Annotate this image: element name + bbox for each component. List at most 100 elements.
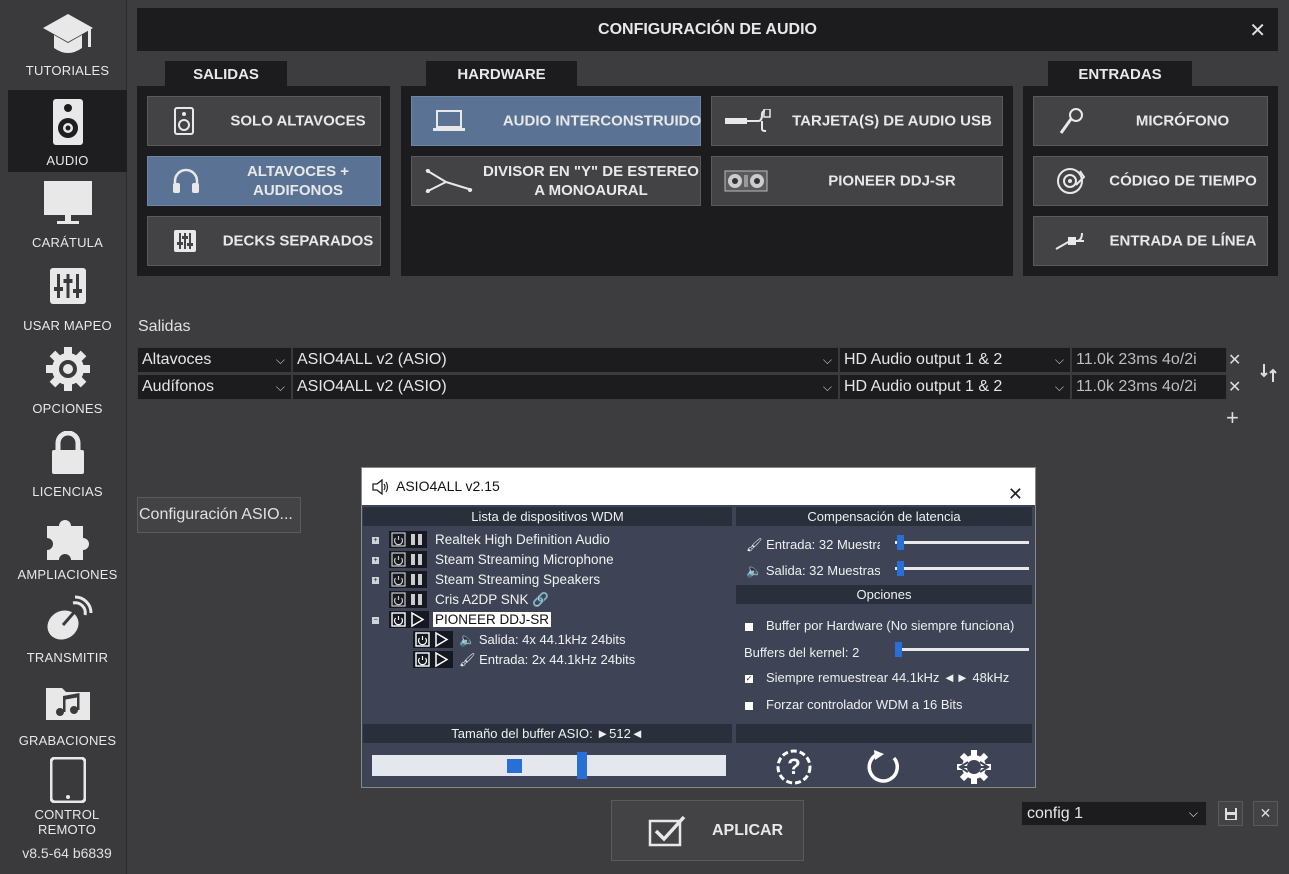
driver-select[interactable]: ASIO4ALL v2 (ASIO) ⌵: [292, 347, 839, 373]
config-value: config 1: [1027, 805, 1084, 822]
chevron-down-icon: ⌵: [275, 353, 285, 367]
chevron-down-icon: ⌵: [1188, 806, 1198, 820]
svg-text:?: ?: [787, 754, 800, 779]
device-toggle-icons[interactable]: [413, 631, 453, 648]
port-select[interactable]: HD Audio output 1 & 2 ⌵: [839, 347, 1071, 373]
collapse-icon[interactable]: −: [372, 617, 379, 624]
divisor-y-button[interactable]: DIVISOR EN "Y" DE ESTEREO A MONOAURAL: [411, 156, 701, 206]
delete-config-button[interactable]: ✕: [1253, 801, 1278, 826]
sub-device-item[interactable]: 🔈 Salida: 4x 44.1kHz 24bits: [459, 632, 626, 648]
sidebar-item-caratula[interactable]: CARÁTULA: [8, 172, 127, 254]
sidebar-item-tutoriales[interactable]: TUTORIALES: [8, 0, 127, 82]
latency-output-label: 🔈 Salida: 32 Muestras: [746, 563, 880, 578]
link-icon: 🔗: [532, 592, 550, 607]
laptop-icon: [433, 110, 465, 131]
add-output-icon[interactable]: +: [1226, 405, 1239, 431]
sidebar-item-transmitir[interactable]: TRANSMITIR: [8, 587, 127, 669]
latency-header: Compensación de latencia: [736, 507, 1032, 526]
reset-icon[interactable]: [864, 748, 902, 786]
apply-button[interactable]: APLICAR: [611, 800, 804, 861]
sidebar-item-usar-mapeo[interactable]: USAR MAPEO: [8, 255, 127, 337]
resample-checkbox[interactable]: ✓: [745, 675, 753, 683]
save-config-button[interactable]: [1218, 801, 1243, 826]
expand-icon[interactable]: +: [372, 557, 379, 564]
monitor-icon: [43, 181, 92, 224]
device-toggle-icons[interactable]: [389, 531, 427, 548]
remove-output-icon[interactable]: ✕: [1228, 377, 1241, 397]
gear-icon: [45, 347, 90, 391]
buffer-size-label: Tamaño del buffer ASIO: ►512◄: [363, 724, 732, 743]
puzzle-icon: [46, 520, 89, 560]
device-toggle-icons[interactable]: [389, 611, 429, 628]
slider-thumb[interactable]: [577, 752, 587, 779]
device-item-selected[interactable]: PIONEER DDJ-SR: [433, 612, 552, 627]
graduation-cap-icon: [42, 14, 93, 53]
sidebar-item-grabaciones[interactable]: GRABACIONES: [8, 670, 127, 752]
button-label: ALTAVOCES + AUDIFONOS: [246, 163, 350, 199]
sub-device-item[interactable]: 🖌 Entrada: 2x 44.1kHz 24bits: [459, 652, 635, 668]
asio-title-bar: ASIO4ALL v2.15 ✕: [362, 468, 1035, 505]
device-toggle-icons[interactable]: [413, 651, 453, 668]
sidebar-item-licencias[interactable]: LICENCIAS: [8, 421, 127, 503]
channel-select[interactable]: Audífonos ⌵: [137, 374, 292, 400]
swap-order-icon[interactable]: [1260, 362, 1278, 384]
hw-buffer-label: Buffer por Hardware (No siempre funciona…: [766, 618, 1015, 633]
port-select[interactable]: HD Audio output 1 & 2 ⌵: [839, 374, 1071, 400]
sidebar-item-label: CONTROL REMOTO: [34, 807, 100, 837]
button-label: TARJETA(S) DE AUDIO USB: [792, 112, 992, 130]
channel-value: Audífonos: [142, 378, 215, 395]
slider-thumb[interactable]: [897, 535, 904, 550]
codigo-tiempo-button[interactable]: CÓDIGO DE TIEMPO: [1033, 156, 1268, 206]
device-item[interactable]: Steam Streaming Speakers: [435, 572, 600, 587]
expand-icon[interactable]: +: [372, 577, 379, 584]
device-item[interactable]: Steam Streaming Microphone: [435, 552, 614, 567]
entrada-linea-button[interactable]: ENTRADA DE LÍNEA: [1033, 216, 1268, 266]
device-toggle-icons[interactable]: [389, 591, 427, 608]
pioneer-ddj-sr-button[interactable]: PIONEER DDJ-SR: [711, 156, 1003, 206]
kernel-buffers-slider[interactable]: [895, 648, 1029, 651]
tarjeta-audio-usb-button[interactable]: TARJETA(S) DE AUDIO USB: [711, 96, 1003, 146]
hw-buffer-checkbox[interactable]: [745, 623, 753, 631]
device-toggle-icons[interactable]: [389, 571, 427, 588]
driver-select[interactable]: ASIO4ALL v2 (ASIO) ⌵: [292, 374, 839, 400]
settings-gear-icon[interactable]: [954, 748, 994, 786]
config-select[interactable]: config 1 ⌵: [1021, 801, 1207, 826]
channel-select[interactable]: Altavoces ⌵: [137, 347, 292, 373]
sidebar-item-label: CARÁTULA: [32, 235, 103, 250]
force-16bit-checkbox[interactable]: [745, 702, 753, 710]
device-toggle-icons[interactable]: [389, 551, 427, 568]
sidebar-item-label: AMPLIACIONES: [17, 567, 118, 582]
slider-thumb[interactable]: [895, 642, 902, 657]
altavoces-audifonos-button[interactable]: ALTAVOCES + AUDIFONOS: [147, 156, 381, 206]
help-icon[interactable]: ?: [775, 748, 813, 786]
checkbox-icon: [648, 815, 686, 847]
audio-interconstruido-button[interactable]: AUDIO INTERCONSTRUIDO: [411, 96, 701, 146]
decks-separados-button[interactable]: DECKS SEPARADOS: [147, 216, 381, 266]
asio-config-button[interactable]: Configuración ASIO...: [137, 497, 301, 533]
dialog-title-bar: CONFIGURACIÓN DE AUDIO ✕: [137, 8, 1278, 51]
device-list-header: Lista de dispositivos WDM: [363, 507, 732, 526]
output-info: 11.0k 23ms 4o/2i: [1071, 347, 1227, 373]
device-item[interactable]: Realtek High Definition Audio: [435, 532, 610, 547]
chevron-down-icon: ⌵: [822, 353, 832, 367]
latency-output-slider[interactable]: [895, 567, 1029, 570]
section-title-entradas: ENTRADAS: [1048, 61, 1192, 89]
expand-icon[interactable]: +: [372, 537, 379, 544]
sidebar-item-audio[interactable]: AUDIO: [8, 90, 127, 172]
sidebar-item-control-remoto[interactable]: CONTROL REMOTO: [8, 753, 127, 843]
latency-input-slider[interactable]: [895, 541, 1029, 544]
sidebar-item-label: LICENCIAS: [32, 484, 103, 499]
sidebar-item-label: USAR MAPEO: [23, 318, 112, 333]
buffer-size-slider[interactable]: [372, 752, 726, 779]
microfono-button[interactable]: MICRÓFONO: [1033, 96, 1268, 146]
slider-thumb[interactable]: [897, 561, 904, 576]
close-icon[interactable]: ✕: [1249, 18, 1266, 43]
button-label: SOLO ALTAVOCES: [230, 112, 366, 130]
device-item[interactable]: Cris A2DP SNK 🔗: [435, 592, 549, 608]
microphone-icon: 🖌: [459, 652, 476, 667]
remove-output-icon[interactable]: ✕: [1228, 350, 1241, 370]
solo-altavoces-button[interactable]: SOLO ALTAVOCES: [147, 96, 381, 146]
sidebar-item-opciones[interactable]: OPCIONES: [8, 338, 127, 420]
sidebar-item-ampliaciones[interactable]: AMPLIACIONES: [8, 504, 127, 586]
dialog-title: CONFIGURACIÓN DE AUDIO: [598, 21, 817, 38]
